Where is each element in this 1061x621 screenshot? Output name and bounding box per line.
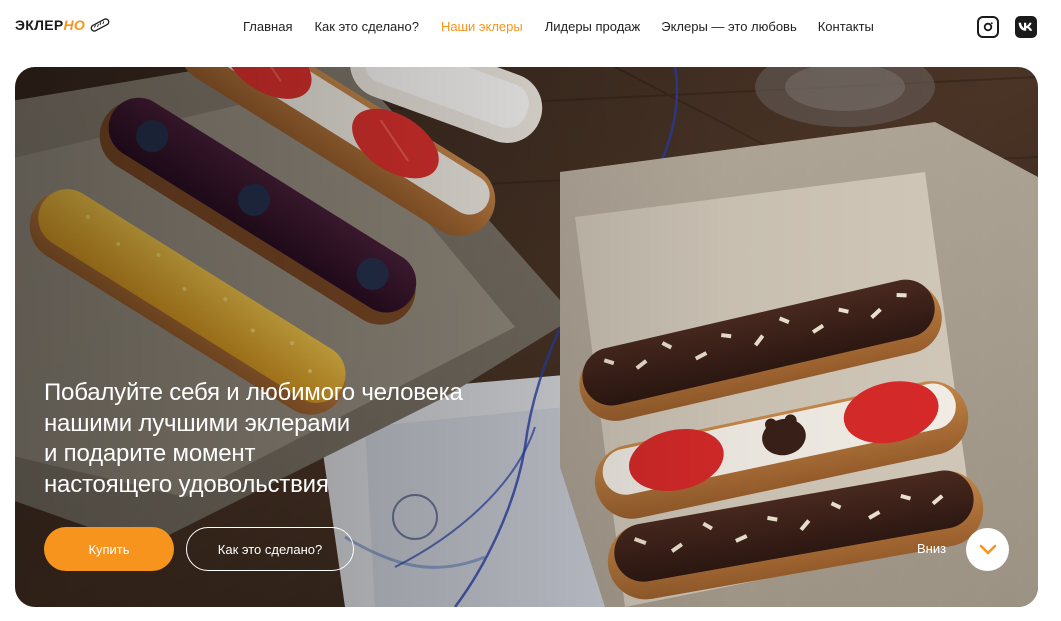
site-header: ЭКЛЕРНО Главная Как это сделано? Наши эк…	[0, 0, 1061, 54]
nav-item-best-sellers[interactable]: Лидеры продаж	[545, 19, 641, 34]
hero-title: Побалуйте себя и любимого человека нашим…	[44, 378, 564, 500]
hero-section: Побалуйте себя и любимого человека нашим…	[15, 67, 1038, 607]
logo[interactable]: ЭКЛЕРНО	[15, 17, 111, 33]
instagram-button[interactable]	[977, 16, 999, 38]
nav-item-our-eclairs[interactable]: Наши эклеры	[441, 19, 523, 34]
chevron-down-icon	[979, 544, 996, 554]
main-nav: Главная Как это сделано? Наши эклеры Лид…	[243, 19, 874, 34]
hero-title-line: настоящего удовольствия	[44, 470, 329, 498]
hero-title-line: нашими лучшими эклерами	[44, 409, 350, 437]
vk-icon	[1018, 22, 1033, 31]
hero-overlay	[15, 67, 1038, 607]
hero-title-line: и подарите момент	[44, 440, 256, 467]
scroll-down-button[interactable]	[966, 528, 1009, 571]
scroll-down-label: Вниз	[917, 541, 947, 556]
logo-text: ЭКЛЕРНО	[15, 17, 86, 33]
nav-item-home[interactable]: Главная	[243, 19, 292, 34]
how-made-button[interactable]: Как это сделано?	[186, 527, 354, 571]
social-instagram	[977, 16, 999, 38]
nav-item-how-made[interactable]: Как это сделано?	[314, 19, 418, 34]
vk-button[interactable]	[1015, 16, 1037, 38]
buy-button[interactable]: Купить	[44, 527, 174, 571]
instagram-icon	[983, 22, 993, 32]
social-vk	[1015, 16, 1037, 38]
hero-title-line: Побалуйте себя и любимого человека	[44, 379, 463, 406]
nav-item-eclairs-love[interactable]: Эклеры — это любовь	[661, 19, 796, 34]
nav-item-contacts[interactable]: Контакты	[818, 19, 874, 34]
eclair-icon	[90, 18, 110, 32]
